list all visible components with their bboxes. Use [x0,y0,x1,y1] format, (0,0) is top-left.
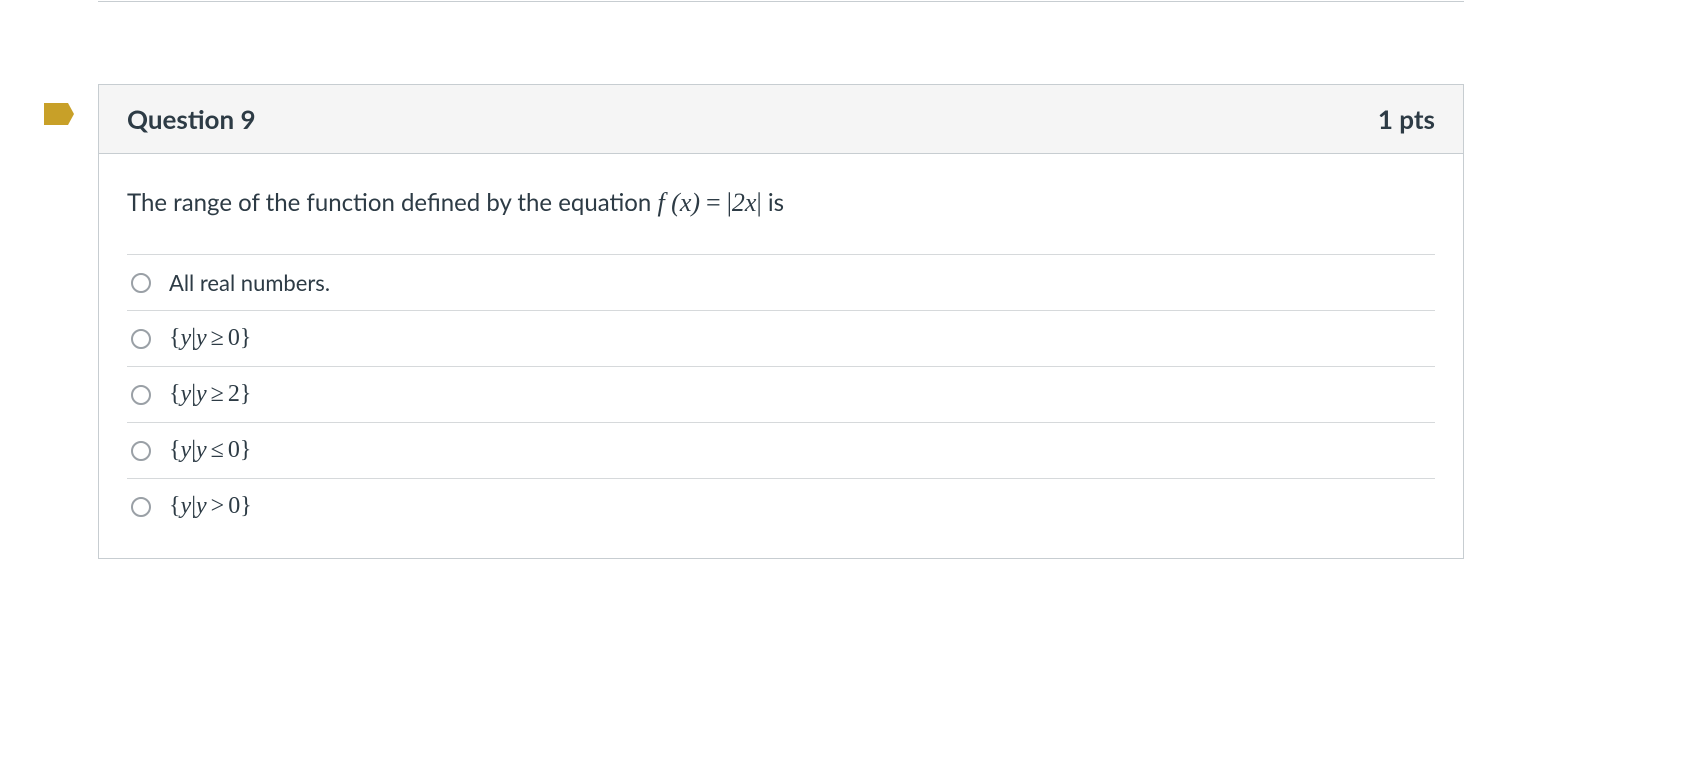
prompt-suffix: is [762,188,784,217]
question-body: The range of the function defined by the… [99,154,1463,558]
bookmark-icon[interactable] [44,103,74,125]
answer-label: All real numbers. [169,269,330,296]
radio-icon[interactable] [131,385,151,405]
answer-option[interactable]: {y|y≥0} [127,311,1435,367]
answer-option[interactable]: {y|y≥2} [127,367,1435,423]
question-card: Question 9 1 pts The range of the functi… [98,84,1464,559]
answer-label: {y|y>0} [169,493,252,520]
answers-list: All real numbers. {y|y≥0} {y|y≥2} {y|y≤0… [127,254,1435,534]
question-points: 1 pts [1378,103,1435,135]
prompt-prefix: The range of the function defined by the… [127,188,657,217]
question-title: Question 9 [127,103,256,135]
previous-question-divider [98,0,1464,2]
question-header: Question 9 1 pts [99,85,1463,154]
answer-option[interactable]: All real numbers. [127,255,1435,311]
radio-icon[interactable] [131,273,151,293]
answer-option[interactable]: {y|y>0} [127,479,1435,534]
answer-label: {y|y≥2} [169,381,251,408]
answer-label: {y|y≥0} [169,325,251,352]
radio-icon[interactable] [131,329,151,349]
radio-icon[interactable] [131,497,151,517]
question-prompt: The range of the function defined by the… [127,188,1435,218]
answer-option[interactable]: {y|y≤0} [127,423,1435,479]
prompt-math: f (x)=|2x| [657,188,761,217]
answer-label: {y|y≤0} [169,437,251,464]
radio-icon[interactable] [131,441,151,461]
